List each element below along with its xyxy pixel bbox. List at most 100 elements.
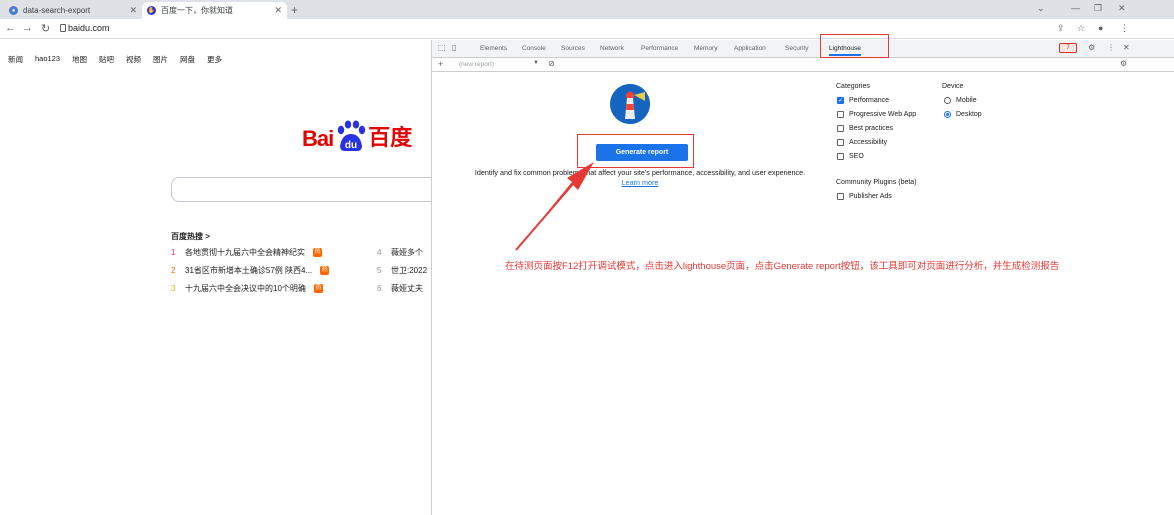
tab-performance[interactable]: Performance	[641, 45, 678, 52]
radio-selected-icon[interactable]	[944, 111, 951, 118]
profile-avatar-icon[interactable]: ●	[1098, 23, 1103, 33]
new-report-icon[interactable]: +	[438, 59, 443, 69]
category-label: Performance	[849, 97, 890, 104]
checkbox-checked-icon[interactable]: ✓	[837, 97, 844, 104]
close-devtools-icon[interactable]: ✕	[1123, 43, 1130, 52]
close-window-icon[interactable]: ✕	[1118, 3, 1126, 14]
tab-baidu[interactable]: ✋ 百度一下，你就知道 ✕	[142, 2, 287, 19]
checkbox-icon[interactable]	[837, 125, 844, 132]
category-label: Progressive Web App	[849, 111, 917, 118]
report-select[interactable]: (new report)	[459, 61, 494, 68]
hot-item-text: 31省区市新增本土确诊57例 陕西4...	[185, 266, 313, 275]
tab-data-search-export[interactable]: ● data-search-export ✕	[4, 2, 142, 19]
nav-link[interactable]: hao123	[35, 54, 60, 65]
list-item[interactable]: 3 十九届六中全会决议中的10个明确 热	[171, 283, 323, 294]
rank-number: 1	[171, 248, 176, 257]
hot-item-text: 十九届六中全会决议中的10个明确	[185, 284, 306, 293]
forward-icon[interactable]: →	[22, 22, 33, 34]
hot-item-text: 薇娅多个	[391, 248, 423, 257]
checkbox-icon[interactable]	[837, 139, 844, 146]
hot-badge: 热	[313, 284, 323, 293]
learn-more-link[interactable]: Learn more	[622, 178, 659, 187]
category-accessibility[interactable]: Accessibility	[837, 139, 887, 146]
tab-security[interactable]: Security	[785, 45, 808, 52]
plugins-heading: Community Plugins (beta)	[836, 179, 917, 186]
list-item[interactable]: 5 世卫:2022	[377, 265, 427, 276]
issues-badge[interactable]: 7	[1059, 43, 1077, 53]
reload-icon[interactable]: ↻	[41, 22, 50, 35]
device-heading: Device	[942, 83, 964, 90]
new-tab-icon[interactable]: +	[291, 3, 298, 17]
checkbox-icon[interactable]	[837, 153, 844, 160]
lighthouse-logo-icon	[610, 84, 650, 124]
devtools-tab-bar: ⬚ ▯ Elements Console Sources Network Per…	[432, 40, 1174, 58]
tab-elements[interactable]: Elements	[480, 45, 507, 52]
hot-search-title[interactable]: 百度热搜 >	[171, 231, 210, 242]
rank-number: 3	[171, 284, 176, 293]
lighthouse-toolbar: + (new report) ▼ ⊘ ⚙	[432, 58, 1174, 72]
tab-sources[interactable]: Sources	[561, 45, 585, 52]
back-icon[interactable]: ←	[5, 22, 16, 34]
baidu-page: 新闻 hao123 地图 贴吧 视频 图片 网盘 更多 Bai du 百度 百度…	[0, 40, 431, 515]
lock-icon[interactable]	[60, 24, 66, 32]
close-tab-icon[interactable]: ✕	[129, 5, 137, 16]
list-item[interactable]: 1 各地贯彻十九届六中全会精神纪实 热	[171, 247, 322, 258]
category-best-practices[interactable]: Best practices	[837, 125, 893, 132]
inspect-element-icon[interactable]: ⬚	[438, 43, 446, 52]
device-label: Mobile	[956, 97, 977, 104]
checkbox-icon[interactable]	[837, 193, 844, 200]
tab-console[interactable]: Console	[522, 45, 546, 52]
generate-report-button[interactable]: Generate report	[596, 144, 688, 161]
rank-number: 6	[377, 284, 382, 293]
close-tab-icon[interactable]: ✕	[274, 5, 282, 16]
list-item[interactable]: 6 薇娅丈夫	[377, 283, 423, 294]
category-seo[interactable]: SEO	[837, 153, 864, 160]
devtools-panel: ⬚ ▯ Elements Console Sources Network Per…	[431, 34, 1174, 515]
tab-title: 百度一下，你就知道	[161, 6, 233, 15]
tab-search-icon[interactable]: ⌄	[1037, 3, 1045, 14]
category-pwa[interactable]: Progressive Web App	[837, 111, 916, 118]
checkbox-icon[interactable]	[837, 111, 844, 118]
tab-network[interactable]: Network	[600, 45, 624, 52]
nav-link[interactable]: 贴吧	[99, 54, 114, 65]
device-toolbar-icon[interactable]: ▯	[452, 43, 456, 52]
device-desktop[interactable]: Desktop	[944, 111, 982, 118]
more-options-icon[interactable]: ⋮	[1107, 43, 1115, 52]
clear-icon[interactable]: ⊘	[548, 59, 555, 68]
tab-application[interactable]: Application	[734, 45, 766, 52]
bookmark-star-icon[interactable]: ☆	[1077, 23, 1085, 34]
rank-number: 5	[377, 266, 382, 275]
plugin-publisher-ads[interactable]: Publisher Ads	[837, 193, 892, 200]
radio-icon[interactable]	[944, 97, 951, 104]
minimize-icon[interactable]: —	[1071, 3, 1080, 13]
baidu-top-nav: 新闻 hao123 地图 贴吧 视频 图片 网盘 更多	[8, 54, 222, 65]
tab-memory[interactable]: Memory	[694, 45, 717, 52]
hot-badge: 热	[320, 266, 330, 275]
logo-du-text: du	[345, 140, 357, 151]
hot-item-text: 世卫:2022	[391, 266, 428, 275]
settings-gear-icon[interactable]: ⚙	[1088, 43, 1095, 52]
list-item[interactable]: 4 薇娅多个	[377, 247, 423, 258]
restore-icon[interactable]: ❐	[1094, 3, 1102, 14]
baidu-search-input[interactable]	[171, 177, 431, 202]
tab-title: data-search-export	[23, 6, 91, 15]
nav-link[interactable]: 视频	[126, 54, 141, 65]
share-icon[interactable]: ⇪	[1057, 23, 1065, 34]
annotation-text: 在待测页面按F12打开调试模式，点击进入lighthouse页面，点击Gener…	[505, 261, 1060, 272]
nav-link[interactable]: 新闻	[8, 54, 23, 65]
nav-link[interactable]: 地图	[72, 54, 87, 65]
nav-link[interactable]: 网盘	[180, 54, 195, 65]
hot-item-text: 各地贯彻十九届六中全会精神纪实	[185, 248, 305, 257]
baidu-paw-icon: du	[338, 120, 366, 151]
category-label: SEO	[849, 153, 864, 160]
nav-link[interactable]: 更多	[207, 54, 222, 65]
lighthouse-settings-icon[interactable]: ⚙	[1120, 59, 1127, 68]
url-field[interactable]: baidu.com	[68, 23, 110, 33]
browser-menu-icon[interactable]: ⋮	[1120, 23, 1129, 34]
dropdown-arrow-icon[interactable]: ▼	[533, 60, 539, 66]
nav-link[interactable]: 图片	[153, 54, 168, 65]
list-item[interactable]: 2 31省区市新增本土确诊57例 陕西4... 热	[171, 265, 330, 276]
device-mobile[interactable]: Mobile	[944, 97, 977, 104]
logo-text: 百度	[368, 125, 413, 150]
category-performance[interactable]: ✓ Performance	[837, 97, 889, 104]
